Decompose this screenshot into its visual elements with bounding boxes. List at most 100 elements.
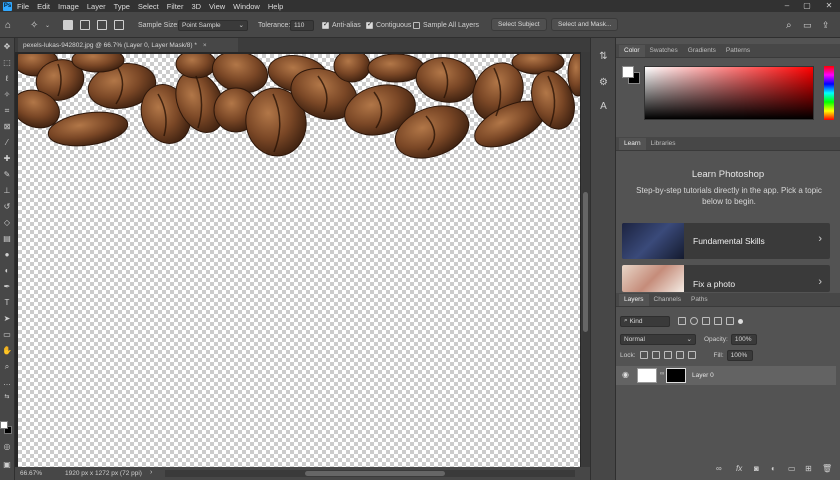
new-selection-icon[interactable] xyxy=(63,19,73,31)
minimize-icon[interactable]: – xyxy=(778,0,796,12)
eye-icon[interactable]: ◉ xyxy=(622,370,629,379)
brush-tool-icon[interactable]: ✎ xyxy=(2,170,12,180)
fill-input[interactable]: 100% xyxy=(726,349,753,361)
vertical-scrollbar[interactable] xyxy=(581,52,590,467)
color-field[interactable] xyxy=(644,66,814,120)
filter-kind-select[interactable]: ⌕ Kind xyxy=(620,315,670,327)
menu-view[interactable]: View xyxy=(209,2,225,11)
link-icon[interactable]: ∞ xyxy=(660,371,664,377)
rectangle-tool-icon[interactable]: ▭ xyxy=(2,330,12,340)
subtract-from-selection-icon[interactable] xyxy=(97,19,107,31)
select-subject-button[interactable]: Select Subject xyxy=(491,17,547,31)
document-canvas[interactable] xyxy=(18,54,580,467)
filter-smart-object-icon[interactable] xyxy=(726,317,734,325)
foreground-color-swatch[interactable] xyxy=(0,421,8,429)
link-layers-icon[interactable]: ∞ xyxy=(716,464,722,473)
select-and-mask-button[interactable]: Select and Mask... xyxy=(551,17,619,31)
frame-tool-icon[interactable]: ⊠ xyxy=(2,122,12,132)
close-tab-icon[interactable]: × xyxy=(203,42,207,49)
close-icon[interactable]: ✕ xyxy=(820,0,838,12)
marquee-tool-icon[interactable]: ⬚ xyxy=(2,58,12,68)
opacity-input[interactable]: 100% xyxy=(730,333,757,345)
menu-filter[interactable]: Filter xyxy=(167,2,184,11)
intersect-selection-icon[interactable] xyxy=(114,19,124,31)
share-icon[interactable]: ⇪ xyxy=(822,19,830,31)
home-icon[interactable]: ⌂ xyxy=(5,19,11,31)
tab-gradients[interactable]: Gradients xyxy=(683,45,721,57)
menu-window[interactable]: Window xyxy=(233,2,260,11)
new-group-icon[interactable]: ▭ xyxy=(788,464,796,473)
adjustment-layer-icon[interactable]: ◐ xyxy=(771,464,776,473)
lock-image-icon[interactable] xyxy=(651,351,660,359)
tab-paths[interactable]: Paths xyxy=(686,294,713,306)
filter-shape-icon[interactable] xyxy=(714,317,722,325)
more-tools-icon[interactable]: … xyxy=(2,378,12,388)
sample-size-select[interactable]: Point Sample ⌄ xyxy=(178,19,248,31)
adjustments-panel-icon[interactable]: ⚙ xyxy=(597,76,610,89)
lock-all-icon[interactable] xyxy=(687,351,696,359)
hand-tool-icon[interactable]: ✋ xyxy=(2,346,12,356)
gradient-tool-icon[interactable]: ▤ xyxy=(2,234,12,244)
vertical-scroll-thumb[interactable] xyxy=(583,192,588,332)
menu-type[interactable]: Type xyxy=(114,2,130,11)
quick-mask-icon[interactable]: ◎ xyxy=(2,442,12,452)
move-tool-icon[interactable]: ✥ xyxy=(2,42,12,52)
contiguous-checkbox[interactable]: Contiguous xyxy=(366,19,411,31)
tab-channels[interactable]: Channels xyxy=(649,294,686,306)
lock-artboard-icon[interactable] xyxy=(675,351,684,359)
new-layer-icon[interactable]: ⊞ xyxy=(805,464,812,473)
horizontal-scroll-thumb[interactable] xyxy=(305,471,445,476)
delete-layer-icon[interactable]: 🗑 xyxy=(822,464,832,473)
layer-thumbnail[interactable] xyxy=(637,368,657,383)
foreground-swatch[interactable] xyxy=(622,66,634,78)
zoom-tool-icon[interactable]: ⌕ xyxy=(2,362,12,372)
tutorial-card-fundamental-skills[interactable]: Fundamental Skills › xyxy=(622,223,830,259)
sample-all-layers-checkbox[interactable]: Sample All Layers xyxy=(413,19,479,31)
tab-learn[interactable]: Learn xyxy=(619,138,646,150)
character-panel-icon[interactable]: A xyxy=(597,100,610,113)
tab-color[interactable]: Color xyxy=(619,45,645,57)
layer-row[interactable]: ◉ ∞ Layer 0 xyxy=(616,366,836,385)
search-icon[interactable]: ⌕ xyxy=(786,19,792,31)
maximize-icon[interactable]: ▢ xyxy=(798,0,816,12)
pen-tool-icon[interactable]: ✒ xyxy=(2,282,12,292)
filter-type-icon[interactable] xyxy=(702,317,710,325)
zoom-level[interactable]: 66.67% xyxy=(20,470,42,477)
dodge-tool-icon[interactable]: ◐ xyxy=(2,266,12,276)
blend-mode-select[interactable]: Normal ⌄ xyxy=(620,333,696,345)
eyedropper-tool-icon[interactable]: ⁄ xyxy=(2,138,12,148)
menu-file[interactable]: File xyxy=(17,2,29,11)
lasso-tool-icon[interactable]: ℓ xyxy=(2,74,12,84)
workspace-icon[interactable]: ▭ xyxy=(803,19,812,31)
screen-mode-icon[interactable]: ▣ xyxy=(2,460,12,470)
tab-swatches[interactable]: Swatches xyxy=(645,45,683,57)
tolerance-input[interactable]: 110 xyxy=(290,19,314,31)
add-mask-icon[interactable]: ◙ xyxy=(754,464,759,473)
eraser-tool-icon[interactable]: ◇ xyxy=(2,218,12,228)
menu-image[interactable]: Image xyxy=(58,2,79,11)
document-tab[interactable]: pexels-lukas-942802.jpg @ 66.7% (Layer 0… xyxy=(18,38,238,52)
status-menu-arrow-icon[interactable]: › xyxy=(150,469,152,476)
crop-tool-icon[interactable]: ⌗ xyxy=(2,106,12,116)
history-brush-icon[interactable]: ↺ xyxy=(2,202,12,212)
properties-panel-icon[interactable]: ⇅ xyxy=(597,50,610,63)
healing-brush-icon[interactable]: ✚ xyxy=(2,154,12,164)
layer-name[interactable]: Layer 0 xyxy=(692,372,714,379)
magic-wand-icon[interactable]: ✧ xyxy=(30,19,38,31)
fx-icon[interactable]: fx xyxy=(736,464,742,473)
filter-pixel-icon[interactable] xyxy=(678,317,686,325)
menu-select[interactable]: Select xyxy=(138,2,159,11)
lock-transparent-icon[interactable] xyxy=(639,351,648,359)
horizontal-scrollbar[interactable] xyxy=(165,470,575,477)
clone-stamp-icon[interactable]: ⊥ xyxy=(2,186,12,196)
menu-layer[interactable]: Layer xyxy=(87,2,106,11)
tab-layers[interactable]: Layers xyxy=(619,294,649,306)
tutorial-card-fix-a-photo[interactable]: Fix a photo › xyxy=(622,265,830,292)
layer-mask-thumbnail[interactable] xyxy=(666,368,686,383)
menu-help[interactable]: Help xyxy=(268,2,283,11)
anti-alias-checkbox[interactable]: Anti-alias xyxy=(322,19,361,31)
blur-tool-icon[interactable]: ● xyxy=(2,250,12,260)
filter-adjustment-icon[interactable] xyxy=(690,317,698,325)
magic-wand-tool-icon[interactable]: ✧ xyxy=(2,90,12,100)
tab-libraries[interactable]: Libraries xyxy=(646,138,681,150)
